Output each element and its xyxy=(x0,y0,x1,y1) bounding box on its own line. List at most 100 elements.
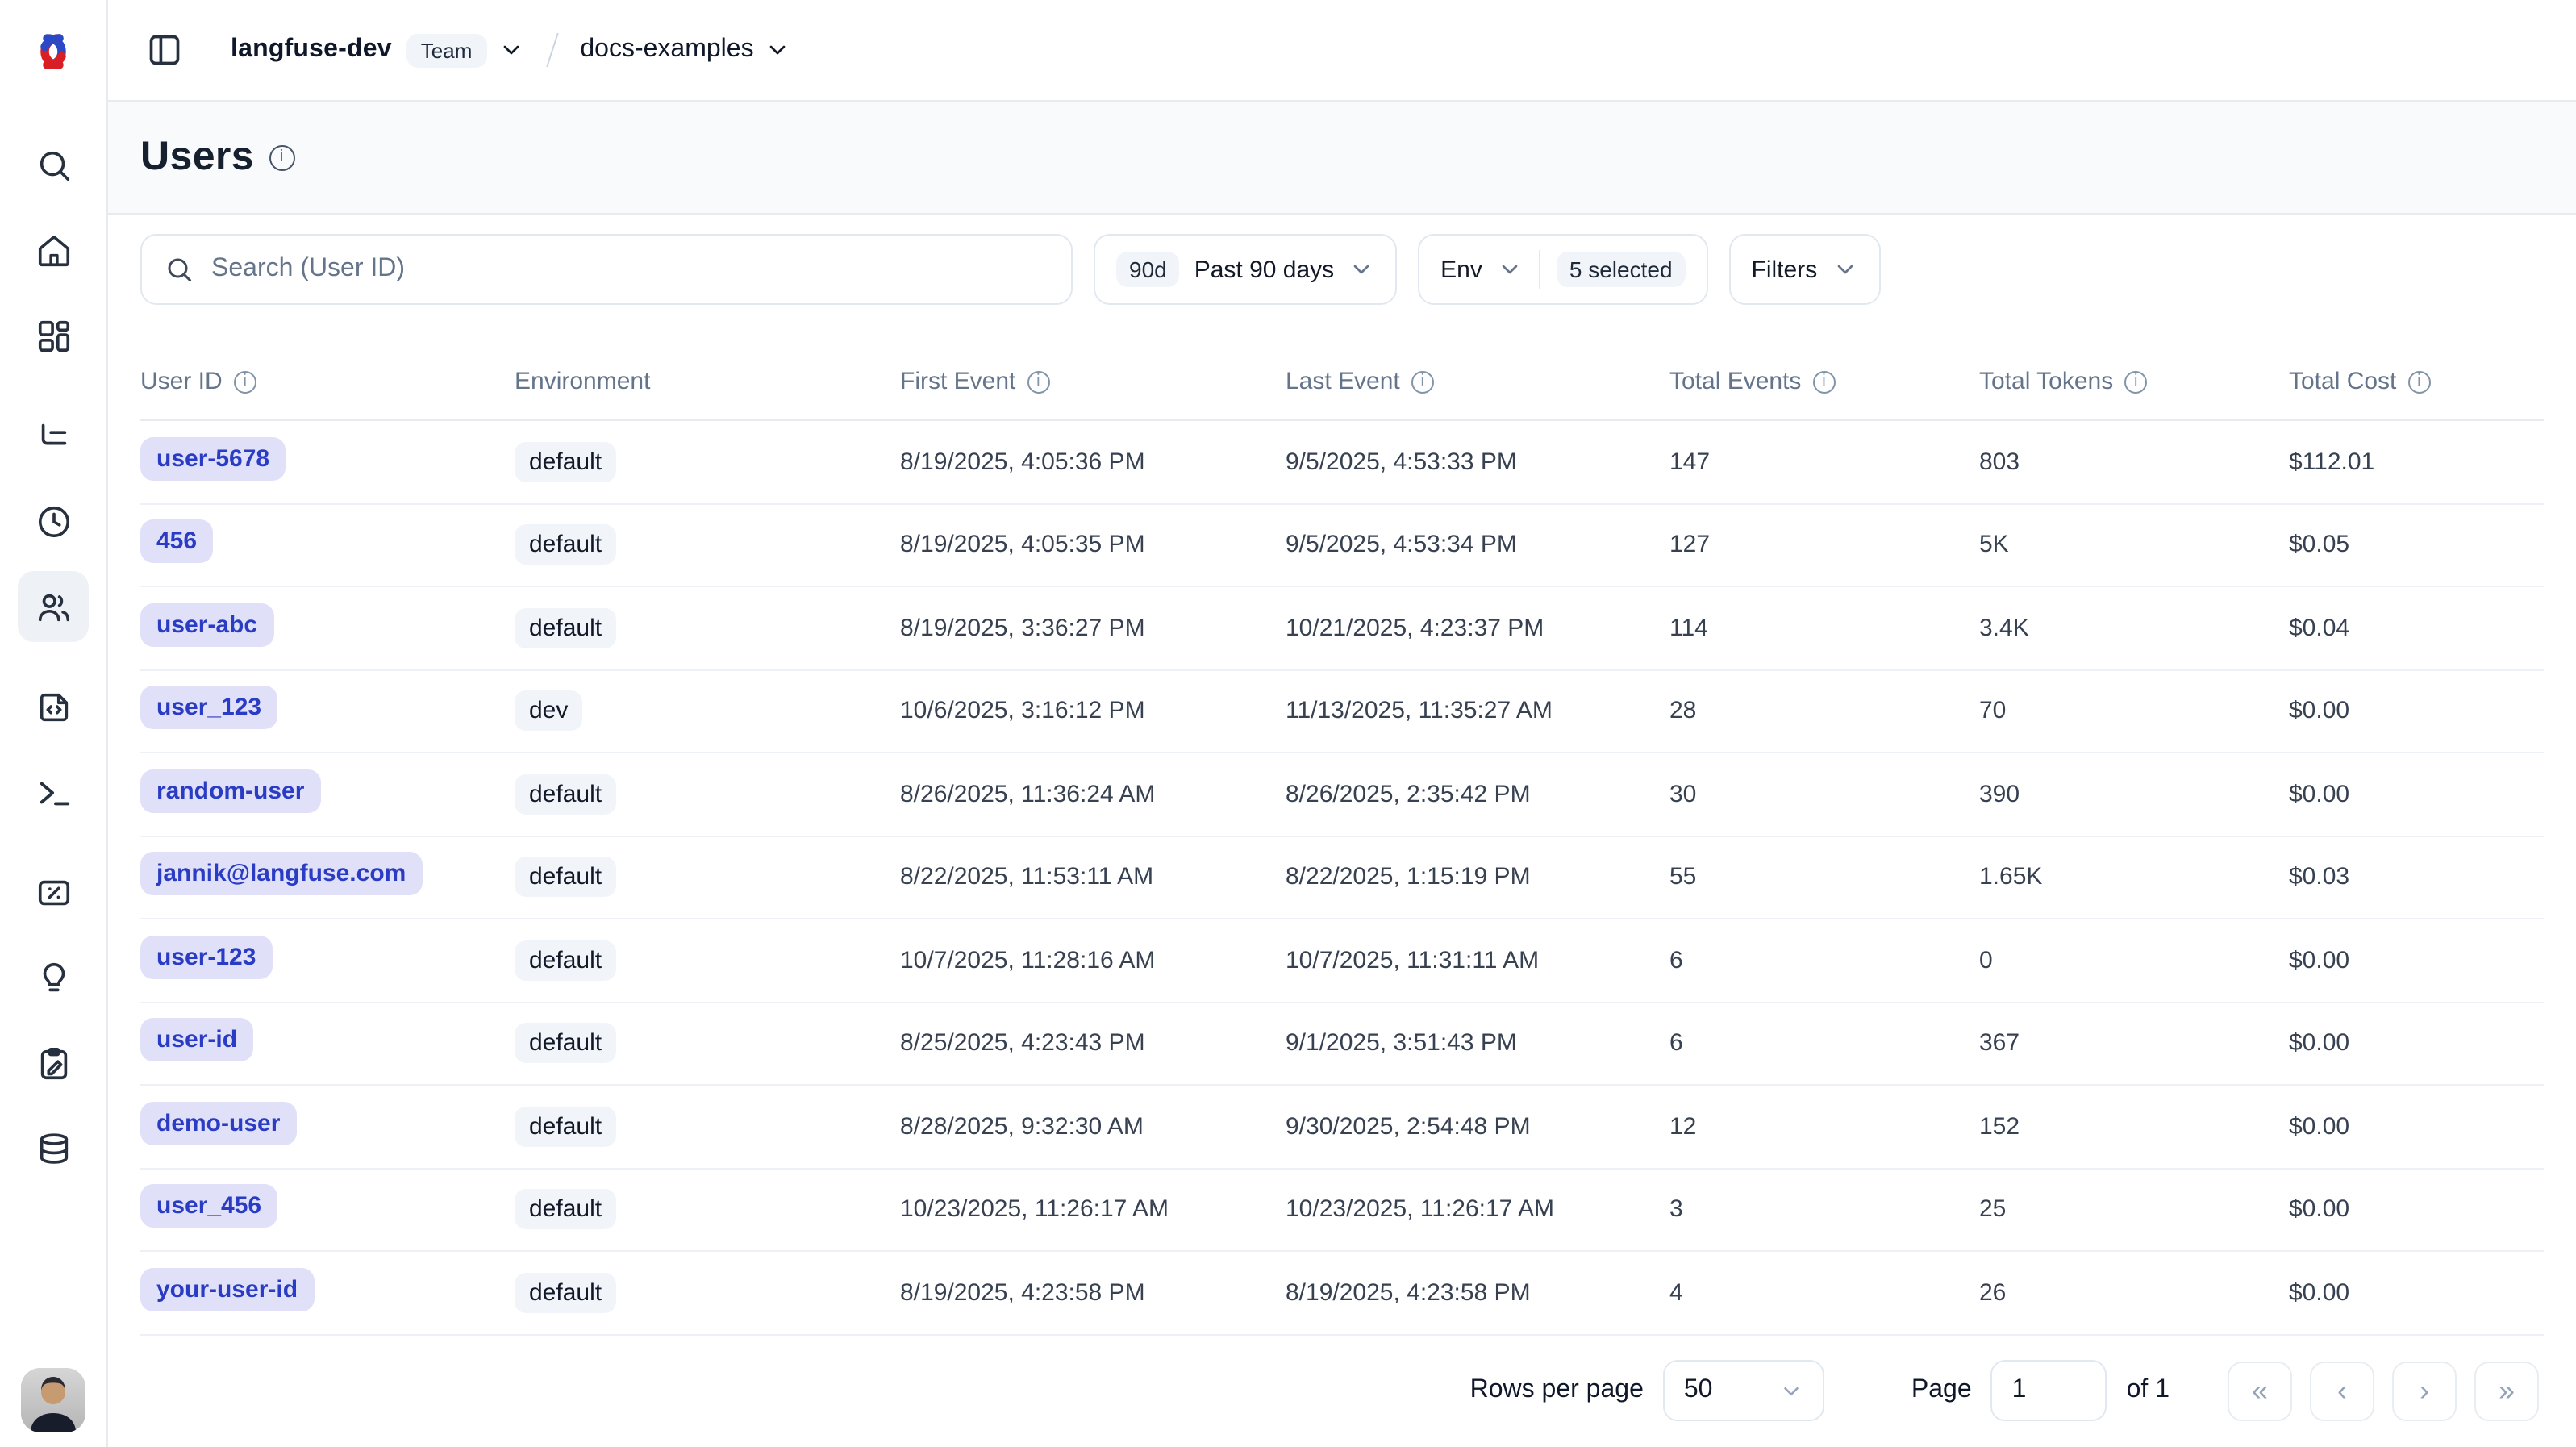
environment-badge: default xyxy=(515,442,616,482)
column-label: Environment xyxy=(515,368,650,395)
total-pages-label: of 1 xyxy=(2127,1377,2170,1406)
user-id-badge[interactable]: jannik@langfuse.com xyxy=(140,853,422,896)
total-tokens-cell: 25 xyxy=(1979,1196,2289,1224)
table-row[interactable]: user-abc default 8/19/2025, 3:36:27 PM 1… xyxy=(140,587,2544,670)
table-row[interactable]: user-123 default 10/7/2025, 11:28:16 AM … xyxy=(140,919,2544,1003)
previous-page-button[interactable]: ‹ xyxy=(2310,1362,2374,1421)
sidebar xyxy=(0,0,108,1447)
sidebar-item-search[interactable] xyxy=(18,129,89,200)
rows-per-page-value: 50 xyxy=(1684,1377,1713,1406)
sidebar-item-home[interactable] xyxy=(18,215,89,286)
column-header[interactable]: First Event xyxy=(900,368,1286,395)
column-label: First Event xyxy=(900,368,1015,395)
environment-badge: default xyxy=(515,1024,616,1064)
first-event-cell: 8/26/2025, 11:36:24 AM xyxy=(900,781,1286,808)
column-header[interactable]: Last Event xyxy=(1286,368,1669,395)
sidebar-item-sessions[interactable] xyxy=(18,486,89,557)
environment-filter[interactable]: Env 5 selected xyxy=(1418,234,1707,305)
user-id-badge[interactable]: random-user xyxy=(140,769,320,813)
user-id-badge[interactable]: user-123 xyxy=(140,936,272,979)
table-row[interactable]: your-user-id default 8/19/2025, 4:23:58 … xyxy=(140,1252,2544,1335)
search-box[interactable] xyxy=(140,234,1073,305)
table-row[interactable]: 456 default 8/19/2025, 4:05:35 PM 9/5/20… xyxy=(140,504,2544,587)
pagination-bar: Rows per page 50 Page of 1 « ‹ › » xyxy=(140,1335,2544,1447)
page-number-input[interactable] xyxy=(1991,1361,2107,1422)
first-event-cell: 8/19/2025, 4:05:36 PM xyxy=(900,448,1286,476)
sidebar-item-playground[interactable] xyxy=(18,757,89,828)
org-type-badge: Team xyxy=(406,33,487,67)
sidebar-item-annotation[interactable] xyxy=(18,1028,89,1099)
user-id-badge[interactable]: 456 xyxy=(140,520,213,564)
last-event-cell: 9/5/2025, 4:53:33 PM xyxy=(1286,448,1669,476)
last-page-button[interactable]: » xyxy=(2474,1362,2539,1421)
total-events-cell: 12 xyxy=(1669,1113,1979,1141)
info-icon xyxy=(1812,370,1835,393)
user-id-badge[interactable]: demo-user xyxy=(140,1102,296,1145)
prompts-file-code-icon xyxy=(35,688,72,725)
sidebar-item-scores[interactable] xyxy=(18,857,89,928)
org-switcher-button[interactable] xyxy=(498,37,523,63)
total-cost-cell: $0.03 xyxy=(2289,864,2544,891)
environment-badge: default xyxy=(515,774,616,815)
sidebar-item-tracing[interactable] xyxy=(18,400,89,471)
search-input[interactable] xyxy=(211,255,1048,284)
info-icon[interactable] xyxy=(269,144,294,170)
datasets-database-icon xyxy=(35,1130,72,1167)
langfuse-logo[interactable] xyxy=(0,0,106,102)
chevron-down-icon xyxy=(1497,256,1523,282)
sidebar-item-prompts[interactable] xyxy=(18,671,89,742)
column-header[interactable]: Total Cost xyxy=(2289,368,2544,395)
table-row[interactable]: random-user default 8/26/2025, 11:36:24 … xyxy=(140,753,2544,836)
sidebar-item-llm-as-judge[interactable] xyxy=(18,942,89,1013)
last-event-cell: 8/22/2025, 1:15:19 PM xyxy=(1286,864,1669,891)
user-id-badge[interactable]: user-id xyxy=(140,1019,253,1062)
info-icon xyxy=(234,370,256,393)
user-id-badge[interactable]: user_123 xyxy=(140,686,277,730)
table-row[interactable]: user_456 default 10/23/2025, 11:26:17 AM… xyxy=(140,1169,2544,1252)
sidebar-item-dashboards[interactable] xyxy=(18,300,89,371)
table-row[interactable]: user_123 dev 10/6/2025, 3:16:12 PM 11/13… xyxy=(140,670,2544,753)
table-row[interactable]: user-id default 8/25/2025, 4:23:43 PM 9/… xyxy=(140,1003,2544,1086)
user-id-badge[interactable]: user-5678 xyxy=(140,437,286,481)
divider xyxy=(1539,250,1540,289)
column-header[interactable]: Total Tokens xyxy=(1979,368,2289,395)
topbar: langfuse-dev Team docs-examples xyxy=(108,0,2576,102)
total-events-cell: 28 xyxy=(1669,698,1979,725)
table-row[interactable]: jannik@langfuse.com default 8/22/2025, 1… xyxy=(140,836,2544,919)
project-switcher-button[interactable] xyxy=(765,37,791,63)
filters-label: Filters xyxy=(1752,256,1818,283)
total-tokens-cell: 803 xyxy=(1979,448,2289,476)
user-id-badge[interactable]: user_456 xyxy=(140,1185,277,1228)
filters-button[interactable]: Filters xyxy=(1729,234,1881,305)
table-row[interactable]: demo-user default 8/28/2025, 9:32:30 AM … xyxy=(140,1086,2544,1169)
total-tokens-cell: 0 xyxy=(1979,947,2289,974)
rows-per-page-label: Rows per page xyxy=(1470,1377,1644,1406)
column-header[interactable]: Total Events xyxy=(1669,368,1979,395)
sidebar-toggle-button[interactable] xyxy=(137,23,192,77)
user-id-badge[interactable]: user-abc xyxy=(140,603,273,647)
breadcrumb-org[interactable]: langfuse-dev xyxy=(231,35,392,65)
app-window: langfuse-dev Team docs-examples Users xyxy=(0,0,2576,1447)
total-events-cell: 3 xyxy=(1669,1196,1979,1224)
total-events-cell: 6 xyxy=(1669,947,1979,974)
next-page-button[interactable]: › xyxy=(2392,1362,2457,1421)
sidebar-item-datasets[interactable] xyxy=(18,1113,89,1184)
user-avatar[interactable] xyxy=(21,1368,85,1432)
sidebar-nav xyxy=(18,129,89,1184)
table-row[interactable]: user-5678 default 8/19/2025, 4:05:36 PM … xyxy=(140,421,2544,504)
first-page-button[interactable]: « xyxy=(2228,1362,2292,1421)
main-area: langfuse-dev Team docs-examples Users xyxy=(108,0,2576,1447)
first-event-cell: 10/23/2025, 11:26:17 AM xyxy=(900,1196,1286,1224)
column-header[interactable]: User ID xyxy=(140,368,515,395)
rows-per-page-select[interactable]: 50 xyxy=(1663,1361,1824,1422)
breadcrumb-project[interactable]: docs-examples xyxy=(580,35,753,65)
total-events-cell: 4 xyxy=(1669,1279,1979,1307)
environment-badge: default xyxy=(515,940,616,981)
time-range-select[interactable]: 90d Past 90 days xyxy=(1094,234,1397,305)
user-id-badge[interactable]: your-user-id xyxy=(140,1268,314,1311)
sidebar-item-users[interactable] xyxy=(18,571,89,642)
total-cost-cell: $112.01 xyxy=(2289,448,2544,476)
column-header[interactable]: Environment xyxy=(515,368,900,395)
total-tokens-cell: 3.4K xyxy=(1979,615,2289,642)
scores-icon xyxy=(35,874,72,911)
